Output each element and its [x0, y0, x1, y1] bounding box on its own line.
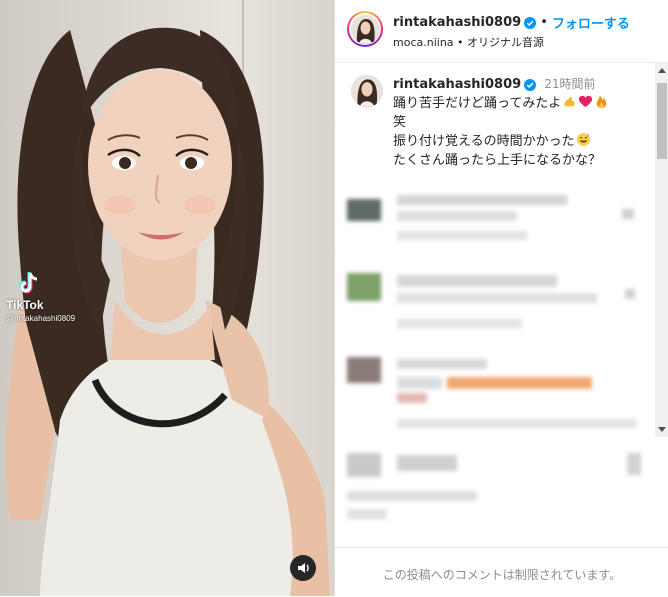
post-side-panel: rintakahashi0809 • フォローする moca.niina • オ…	[334, 0, 668, 596]
follow-button[interactable]: フォローする	[552, 13, 630, 32]
author-avatar[interactable]	[347, 11, 383, 47]
grinning-sweat-emoji	[576, 132, 590, 147]
scrollbar-thumb[interactable]	[657, 83, 667, 159]
comments-scrollbar[interactable]	[655, 63, 668, 437]
post-media[interactable]: TikTok @rintakahashi0809	[0, 0, 334, 596]
caption-timestamp[interactable]: 21時間前	[544, 75, 595, 94]
caption-text-1: 踊り苦手だけど踊ってみたよ	[393, 96, 562, 111]
verified-badge-icon	[524, 16, 537, 29]
avatar-photo	[350, 14, 380, 44]
caption-header: rintakahashi0809 21時間前	[393, 75, 643, 94]
header-separator: •	[540, 15, 548, 30]
caption-line-4: たくさん踊ったら上手になるかな？	[393, 153, 602, 168]
scroll-down-button[interactable]	[655, 423, 668, 437]
blurred-comment-1	[347, 191, 647, 251]
author-username[interactable]: rintakahashi0809	[393, 15, 521, 30]
audio-row: moca.niina • オリジナル音源	[393, 34, 544, 50]
sound-toggle-button[interactable]	[290, 555, 316, 581]
chevron-down-icon	[658, 427, 666, 432]
tiktok-logo-icon	[19, 272, 38, 294]
speaker-icon	[298, 563, 309, 573]
blurred-comment-2	[347, 267, 647, 337]
audio-label[interactable]: オリジナル音源	[467, 36, 544, 49]
caption-username[interactable]: rintakahashi0809	[393, 75, 521, 94]
chevron-up-icon	[658, 68, 666, 73]
scroll-up-button[interactable]	[655, 63, 668, 77]
blurred-comment-3	[347, 353, 647, 443]
comment-footer: この投稿へのコメントは制限されています。	[335, 547, 668, 597]
caption-text-3: 振り付け覚えるの時間かかった	[393, 134, 575, 149]
fire-emoji	[597, 95, 607, 109]
caption-line-3: 振り付け覚えるの時間かかった	[393, 132, 643, 151]
audio-separator: •	[457, 36, 464, 49]
comments-restricted-notice: この投稿へのコメントは制限されています。	[382, 568, 622, 582]
caption-avatar[interactable]	[351, 75, 383, 107]
post-caption: rintakahashi0809 21時間前 踊り苦手だけど踊ってみたよ 笑 振…	[393, 75, 643, 170]
tiktok-watermark-name: TikTok	[6, 298, 44, 312]
caption-avatar-photo	[351, 75, 383, 107]
caption-line-1: 踊り苦手だけど踊ってみたよ	[393, 94, 643, 113]
comments-scroll-area[interactable]: rintakahashi0809 21時間前 踊り苦手だけど踊ってみたよ 笑 振…	[335, 63, 668, 547]
audio-user[interactable]: moca.niina	[393, 36, 454, 49]
flexed-biceps-emoji	[564, 96, 575, 107]
tiktok-watermark-user: @rintakahashi0809	[6, 314, 76, 323]
verified-badge-icon	[524, 78, 537, 91]
caption-line-2: 笑	[393, 115, 407, 130]
post-header: rintakahashi0809 • フォローする moca.niina • オ…	[335, 0, 668, 63]
red-heart-emoji	[579, 95, 593, 108]
header-title-row: rintakahashi0809 • フォローする	[393, 13, 630, 32]
blurred-comment-4	[347, 449, 647, 529]
tiktok-watermark: TikTok @rintakahashi0809	[6, 270, 96, 323]
